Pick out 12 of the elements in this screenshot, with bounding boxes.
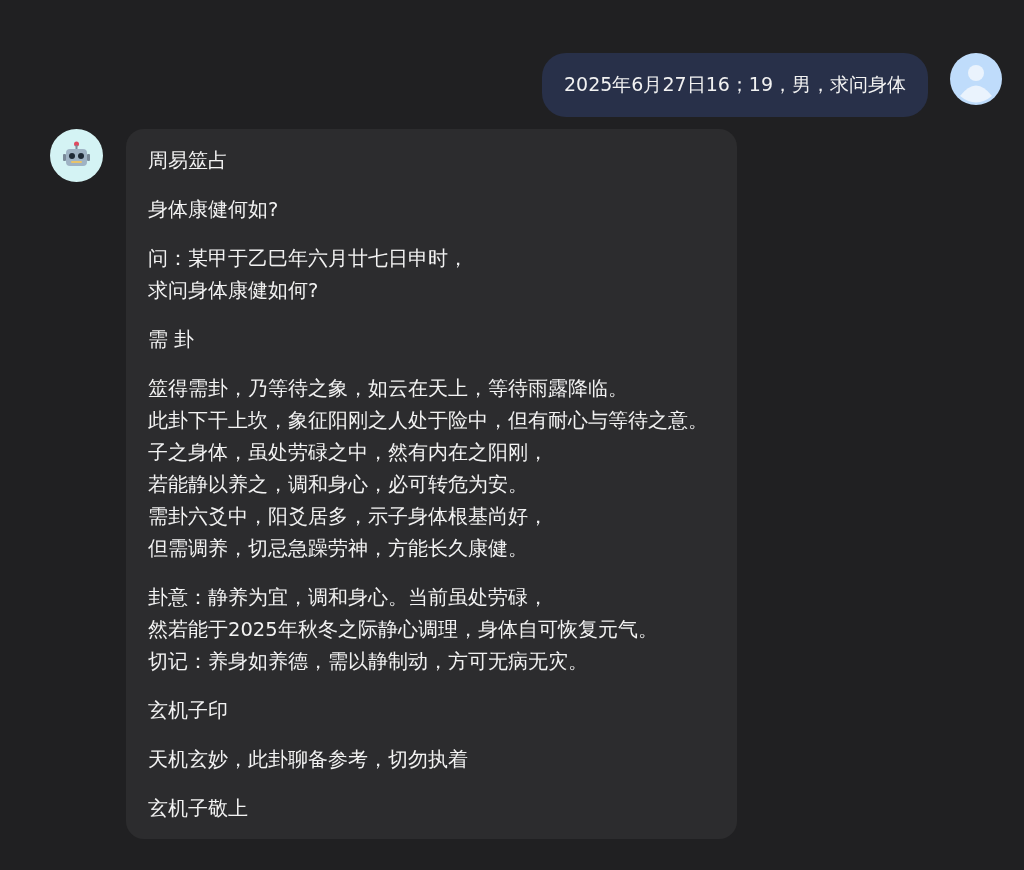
message-paragraph: 玄机子敬上: [148, 796, 249, 822]
message-paragraph: 卦意：静养为宜，调和身心。当前虽处劳碌， 然若能于2025年秋冬之际静心调理，身体自可恢复元气。 切记：养身如养德，需以静制动，方可无病无灾。: [148, 585, 659, 675]
message-paragraph: 筮得需卦，乃等待之象，如云在天上，等待雨露降临。 此卦下干上坎，象征阳刚之人处于险中，但有耐心与等待之意。 子之身体，虽处劳碌之中，然有内在之阳刚， 若能静以养之，调和身心，必可转危为安。 需卦六爻中，阳爻居多，示子身体根基尚好， 但需调养，切忌急躁劳神，方能长久康健。: [148, 376, 709, 562]
message-paragraph: 周易筮占: [148, 148, 229, 174]
robot-avatar-icon: [50, 129, 103, 182]
message-paragraph: 天机玄妙，此卦聊备参考，切勿执着: [148, 747, 469, 773]
message-paragraph: 问：某甲于乙巳年六月廿七日申时， 求问身体康健如何?: [148, 246, 469, 304]
user-message: 2025年6月27日16；19，男，求问身体: [542, 53, 928, 117]
message-paragraph: 玄机子印: [148, 698, 229, 724]
user-avatar-icon: [950, 53, 1002, 105]
message-paragraph: 身体康健何如?: [148, 197, 280, 223]
message-paragraph: 需 卦: [148, 327, 196, 353]
